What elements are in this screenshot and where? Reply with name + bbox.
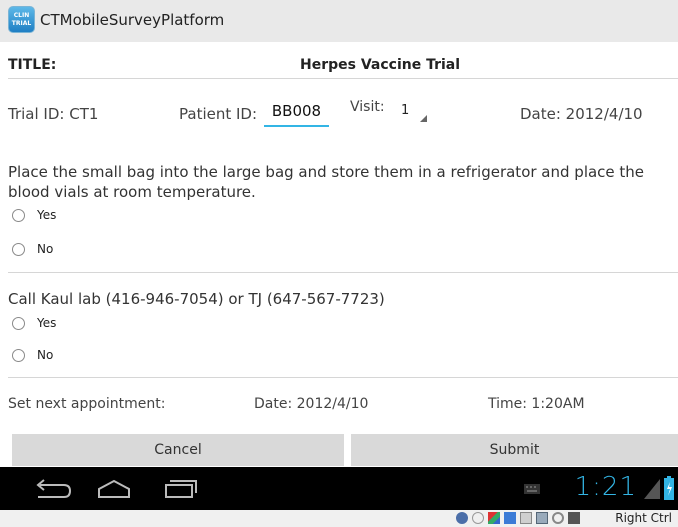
visit-label: Visit: (350, 99, 385, 115)
signal-icon (644, 479, 660, 499)
action-bar: CLIN TRIAL CTMobileSurveyPlatform (0, 0, 678, 42)
network-icon (504, 512, 516, 524)
radio-label: No (37, 348, 54, 362)
radio-option-no[interactable]: No (12, 235, 53, 263)
patient-id-input[interactable]: BB008 (264, 97, 329, 127)
disk-icon (456, 512, 468, 524)
patient-id-label: Patient ID: (179, 105, 258, 123)
dropdown-arrow-icon (420, 115, 427, 122)
status-clock: 1:21 (574, 472, 637, 502)
recent-apps-icon[interactable] (162, 477, 198, 501)
app-icon-text-line1: CLIN (13, 12, 30, 19)
radio-button-icon[interactable] (12, 208, 25, 222)
appointment-label: Set next appointment: (8, 396, 166, 412)
question-text: Call Kaul lab (416-946-7054) or TJ (647-… (8, 290, 385, 308)
radio-button-icon[interactable] (12, 348, 25, 362)
system-navigation-bar: 1:21 (0, 467, 678, 510)
radio-label: No (37, 242, 54, 256)
visit-value: 1 (401, 103, 410, 118)
battery-icon (664, 476, 674, 500)
question-text: Place the small bag into the large bag a… (8, 163, 645, 201)
shared-folder-icon (520, 512, 532, 524)
app-title: CTMobileSurveyPlatform (40, 11, 225, 29)
visit-date: Date: 2012/4/10 (520, 105, 643, 123)
title-label: TITLE: (8, 57, 57, 73)
keyboard-capture-icon (568, 512, 580, 524)
visit-dropdown[interactable]: 1 (393, 100, 427, 122)
trial-id: Trial ID: CT1 (8, 105, 99, 123)
cancel-button[interactable]: Cancel (12, 434, 344, 466)
keyboard-icon (524, 484, 540, 494)
app-logo-icon: CLIN TRIAL (8, 6, 35, 33)
appointment-date[interactable]: Date: 2012/4/10 (254, 396, 368, 412)
usb-icon (488, 512, 500, 524)
host-status-bar: Right Ctrl (0, 510, 678, 527)
divider (8, 377, 678, 378)
home-icon[interactable] (94, 477, 134, 501)
radio-option-no[interactable]: No (12, 341, 53, 369)
radio-option-yes[interactable]: Yes (12, 309, 56, 337)
divider (8, 272, 678, 273)
host-icons (456, 512, 580, 524)
radio-option-yes[interactable]: Yes (12, 201, 56, 229)
title-value: Herpes Vaccine Trial (300, 57, 461, 73)
app-icon-text-line2: TRIAL (11, 20, 32, 27)
radio-button-icon[interactable] (12, 242, 25, 256)
optical-drive-icon (472, 512, 484, 524)
display-icon (536, 512, 548, 524)
divider (8, 78, 678, 79)
capture-icon (552, 512, 564, 524)
submit-button[interactable]: Submit (351, 434, 678, 466)
radio-button-icon[interactable] (12, 316, 25, 330)
radio-label: Yes (37, 208, 57, 222)
appointment-time[interactable]: Time: 1:20AM (488, 396, 585, 412)
radio-label: Yes (37, 316, 57, 330)
back-icon[interactable] (30, 477, 74, 501)
host-key-label: Right Ctrl (615, 511, 672, 525)
